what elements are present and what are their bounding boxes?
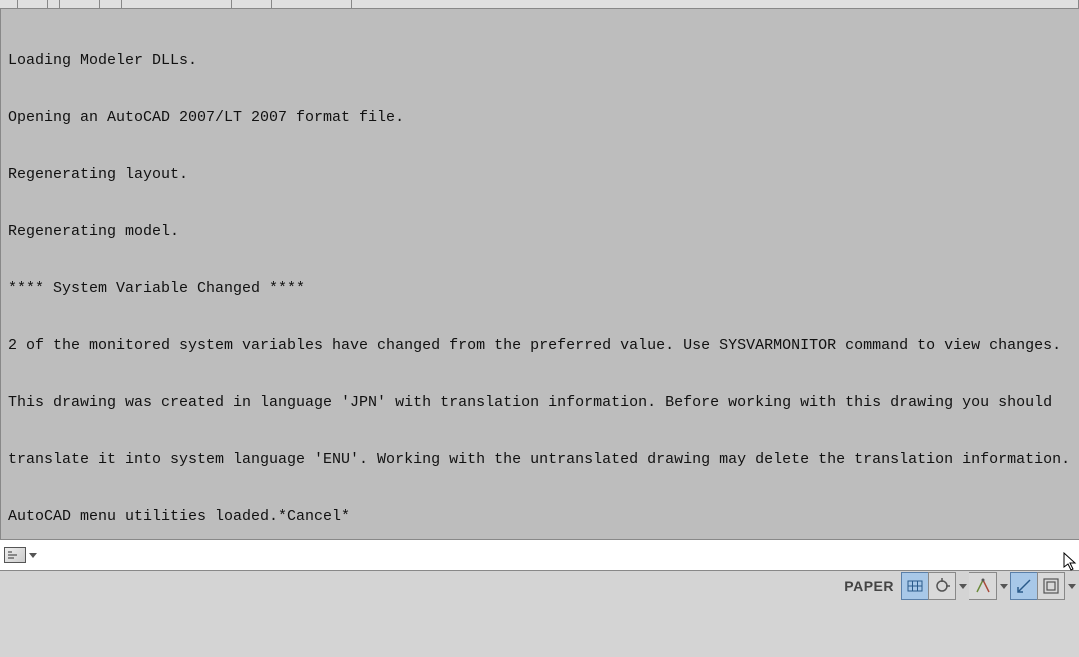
annotation-scale-button[interactable]: [1010, 572, 1038, 600]
command-input[interactable]: [44, 547, 1075, 564]
log-line: Regenerating layout.: [8, 165, 1073, 184]
osnap-dropdown[interactable]: [956, 572, 970, 600]
log-line: 2 of the monitored system variables have…: [8, 336, 1073, 355]
log-line: Opening an AutoCAD 2007/LT 2007 format f…: [8, 108, 1073, 127]
log-line: **** System Variable Changed ****: [8, 279, 1073, 298]
osnap-button[interactable]: [928, 572, 956, 600]
grid-icon: [906, 577, 924, 595]
log-line: This drawing was created in language 'JP…: [8, 393, 1073, 412]
recent-commands-icon[interactable]: [4, 547, 26, 563]
annotation-icon: [1015, 577, 1033, 595]
grid-display-button[interactable]: [901, 572, 929, 600]
tracking-dropdown[interactable]: [997, 572, 1011, 600]
log-line: Loading Modeler DLLs.: [8, 51, 1073, 70]
viewport-icon: [1042, 577, 1060, 595]
log-line: translate it into system language 'ENU'.…: [8, 450, 1073, 469]
tracking-button[interactable]: [969, 572, 997, 600]
viewport-dropdown[interactable]: [1065, 572, 1079, 600]
top-ruler-strip: [0, 0, 1079, 9]
model-paper-toggle[interactable]: PAPER: [840, 578, 902, 594]
log-line: Regenerating model.: [8, 222, 1073, 241]
command-history-window[interactable]: Loading Modeler DLLs. Opening an AutoCAD…: [0, 9, 1079, 539]
bottom-empty-area: [0, 601, 1079, 657]
viewport-scale-button[interactable]: [1037, 572, 1065, 600]
tracking-icon: [974, 577, 992, 595]
osnap-icon: [933, 577, 951, 595]
status-bar-area: PAPER: [0, 571, 1079, 601]
command-line-bar: [0, 539, 1079, 571]
log-line: AutoCAD menu utilities loaded.*Cancel*: [8, 507, 1073, 526]
